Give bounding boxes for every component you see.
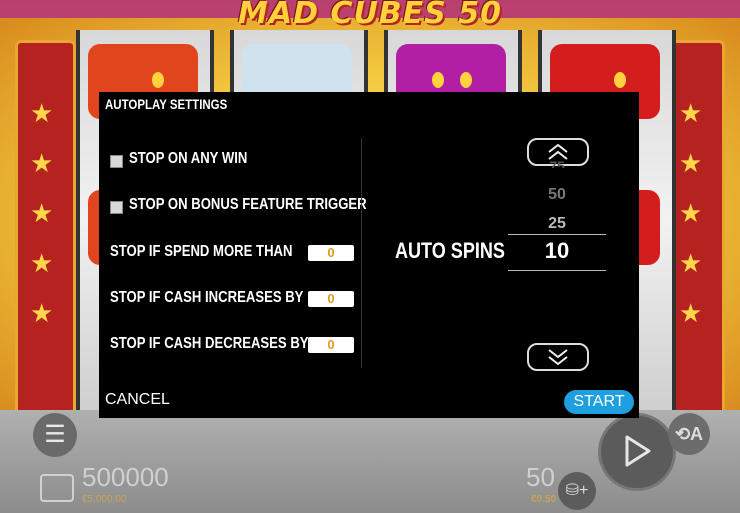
spin-button[interactable]: [598, 413, 676, 491]
spins-option[interactable]: 75: [509, 158, 605, 168]
stop-on-bonus-option[interactable]: STOP ON BONUS FEATURE TRIGGER: [110, 196, 419, 214]
picker-line-bottom: [508, 270, 606, 271]
star-icon: ★: [679, 298, 703, 328]
spend-more-label: STOP IF SPEND MORE THAN: [110, 243, 293, 260]
star-icon: ★: [679, 148, 703, 178]
start-button[interactable]: START: [564, 390, 634, 414]
cash-increase-label: STOP IF CASH INCREASES BY: [110, 289, 304, 306]
cancel-button[interactable]: CANCEL: [105, 391, 170, 409]
spins-option[interactable]: 25: [509, 215, 605, 233]
cash-increase-input[interactable]: [308, 291, 354, 307]
wallet-icon: [40, 474, 74, 502]
star-icon: ★: [679, 98, 703, 128]
game-logo: MAD CUBES 50: [238, 0, 502, 31]
bet-money: €0.50: [531, 494, 557, 505]
double-chevron-down-icon: [548, 349, 568, 366]
star-icon: ★: [30, 298, 54, 328]
spins-down-button[interactable]: [527, 343, 589, 371]
balance-money: €5,000.00: [82, 494, 127, 505]
cash-decrease-label: STOP IF CASH DECREASES BY: [110, 335, 309, 352]
menu-button[interactable]: ☰: [33, 413, 77, 457]
star-icon: ★: [30, 248, 54, 278]
star-icon: ★: [30, 98, 54, 128]
stop-on-any-win-option[interactable]: STOP ON ANY WIN: [110, 150, 273, 168]
star-icon: ★: [30, 198, 54, 228]
frame-left-stars: ★ ★ ★ ★ ★: [15, 40, 76, 426]
star-icon: ★: [30, 148, 54, 178]
spend-more-input[interactable]: [308, 245, 354, 261]
autoplay-settings-dialog: AUTOPLAY SETTINGS STOP ON ANY WIN STOP O…: [99, 92, 639, 418]
bet-value: 50: [526, 462, 555, 492]
auto-spins-label: AUTO SPINS: [395, 238, 505, 263]
spins-selected[interactable]: 10: [509, 238, 605, 264]
hamburger-icon: ☰: [44, 421, 66, 448]
dialog-divider: [361, 138, 362, 368]
dialog-title: AUTOPLAY SETTINGS: [105, 96, 228, 112]
bet-button[interactable]: ⛁+: [558, 472, 596, 510]
coins-plus-icon: ⛁+: [565, 482, 589, 499]
star-icon: ★: [679, 198, 703, 228]
balance-value: 500000: [82, 462, 169, 492]
stop-on-any-win-checkbox[interactable]: [110, 154, 123, 168]
autoplay-button[interactable]: ⟲A: [668, 413, 710, 455]
play-icon: [625, 435, 651, 467]
stop-on-bonus-checkbox[interactable]: [110, 200, 123, 214]
stop-on-any-win-label: STOP ON ANY WIN: [129, 150, 248, 167]
spins-option[interactable]: 50: [509, 186, 605, 204]
autoplay-icon: ⟲A: [674, 424, 704, 444]
cash-decrease-input[interactable]: [308, 337, 354, 353]
star-icon: ★: [679, 248, 703, 278]
picker-line-top: [508, 234, 606, 235]
stop-on-bonus-label: STOP ON BONUS FEATURE TRIGGER: [129, 196, 367, 213]
